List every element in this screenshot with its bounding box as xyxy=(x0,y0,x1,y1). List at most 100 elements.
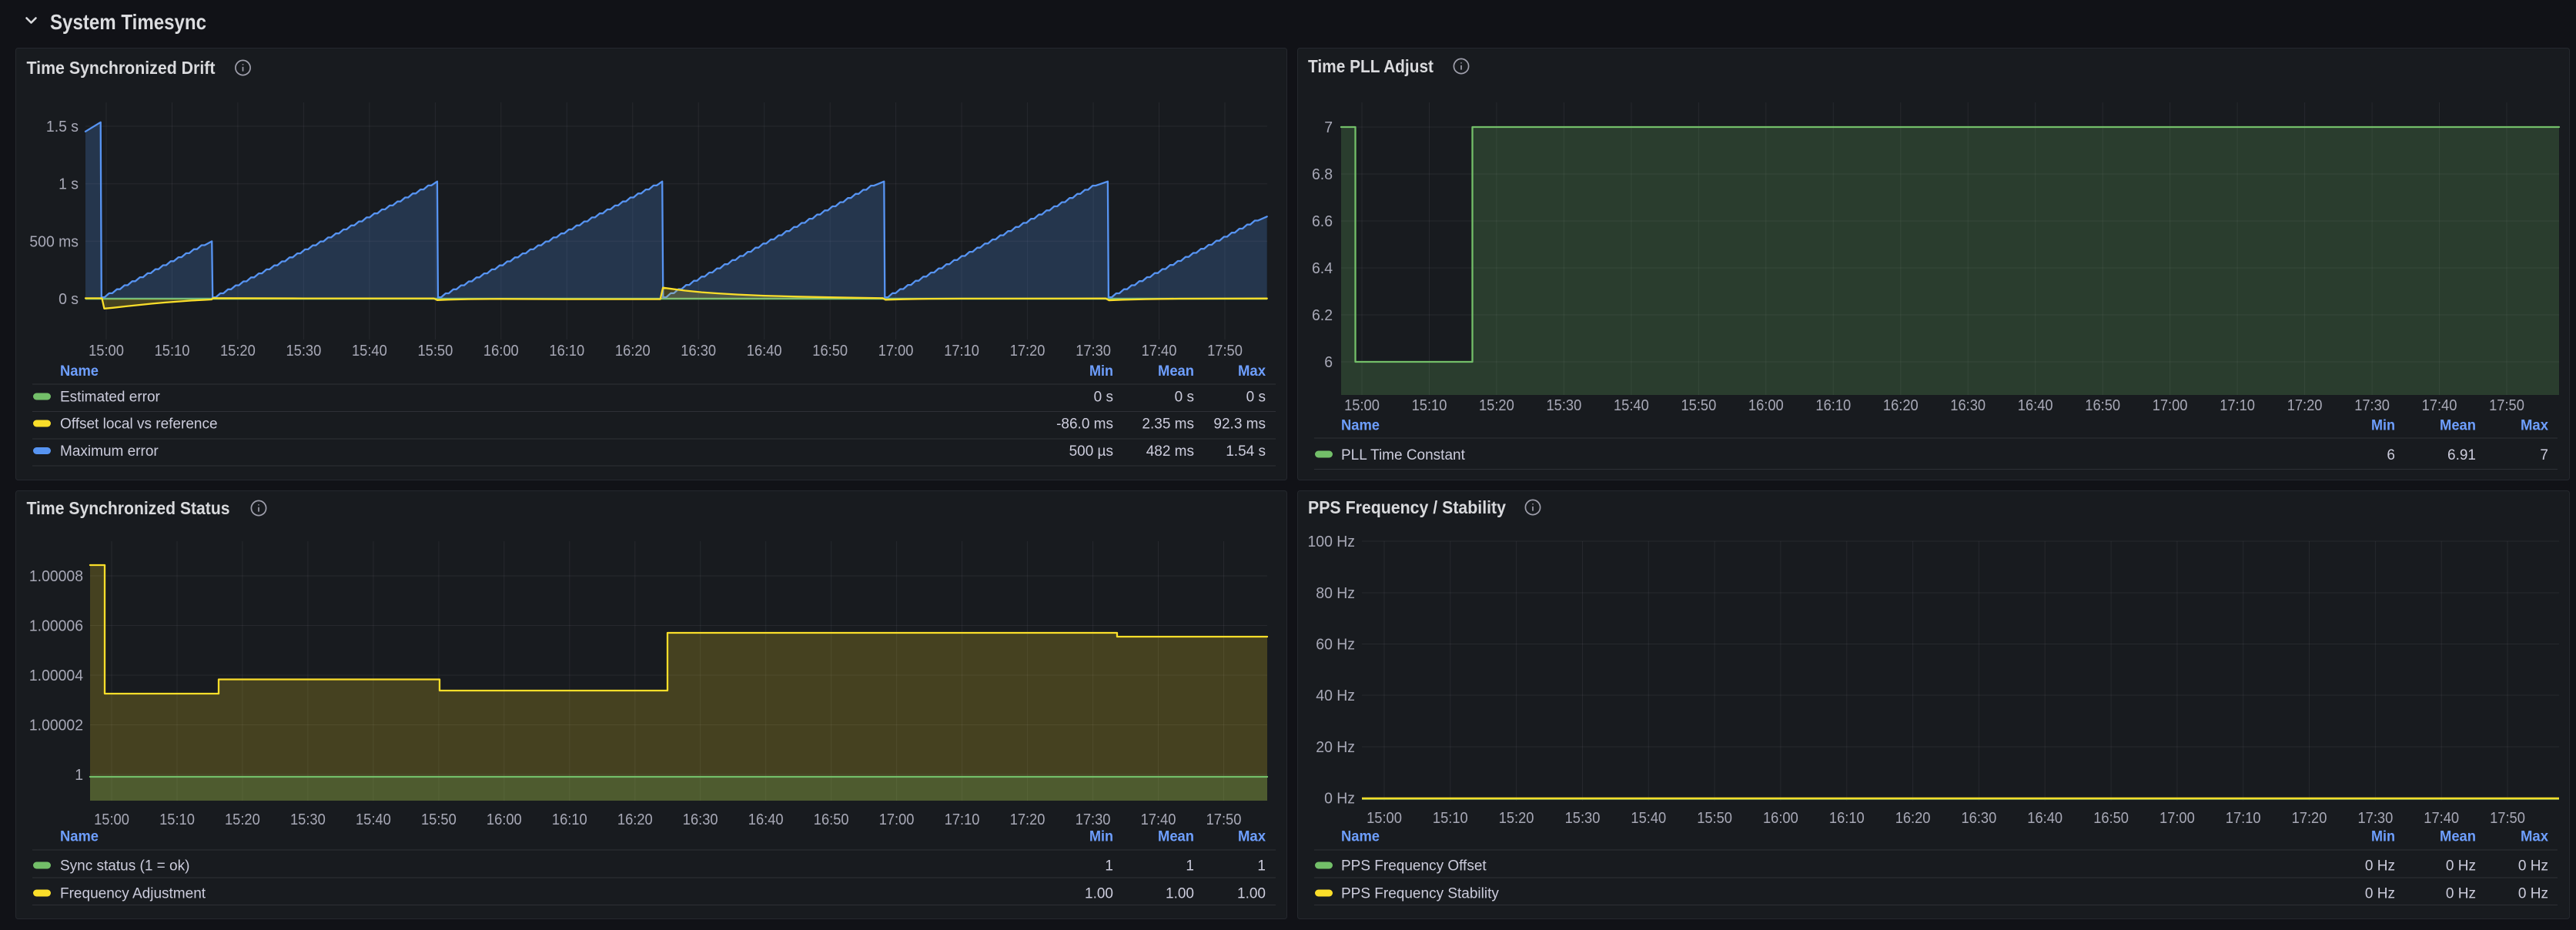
svg-text:15:40: 15:40 xyxy=(356,811,391,828)
svg-text:17:40: 17:40 xyxy=(1141,811,1176,828)
svg-text:17:00: 17:00 xyxy=(879,811,915,828)
svg-text:0 Hz: 0 Hz xyxy=(2446,886,2476,902)
svg-text:0 s: 0 s xyxy=(1246,390,1266,406)
svg-text:6: 6 xyxy=(1324,354,1333,371)
svg-text:15:30: 15:30 xyxy=(1547,397,1582,414)
svg-text:16:30: 16:30 xyxy=(1950,397,1986,414)
svg-text:1.54 s: 1.54 s xyxy=(1226,443,1266,460)
svg-text:16:30: 16:30 xyxy=(683,811,718,828)
svg-text:17:00: 17:00 xyxy=(878,343,914,360)
svg-text:15:10: 15:10 xyxy=(1412,397,1447,414)
svg-text:1.00006: 1.00006 xyxy=(29,618,83,635)
svg-text:17:10: 17:10 xyxy=(2226,810,2261,827)
svg-text:Time PLL Adjust: Time PLL Adjust xyxy=(1308,56,1434,76)
svg-text:17:20: 17:20 xyxy=(1010,811,1045,828)
svg-text:17:30: 17:30 xyxy=(2358,810,2394,827)
svg-text:16:00: 16:00 xyxy=(483,343,519,360)
svg-text:1.00004: 1.00004 xyxy=(29,667,83,684)
svg-text:16:10: 16:10 xyxy=(1829,810,1865,827)
svg-text:0 Hz: 0 Hz xyxy=(2518,858,2548,875)
svg-text:60 Hz: 60 Hz xyxy=(1316,637,1355,654)
svg-text:1: 1 xyxy=(1257,858,1266,875)
svg-text:80 Hz: 80 Hz xyxy=(1316,585,1355,602)
svg-text:1: 1 xyxy=(75,767,83,784)
svg-text:500 ms: 500 ms xyxy=(29,233,79,250)
svg-text:PPS Frequency Stability: PPS Frequency Stability xyxy=(1341,886,1499,902)
svg-text:16:10: 16:10 xyxy=(1815,397,1851,414)
svg-text:16:20: 16:20 xyxy=(615,343,651,360)
svg-text:PPS Frequency Offset: PPS Frequency Offset xyxy=(1341,858,1487,875)
svg-text:7: 7 xyxy=(2540,447,2548,463)
svg-text:Max: Max xyxy=(1238,829,1266,845)
svg-text:15:10: 15:10 xyxy=(1433,810,1468,827)
svg-text:Mean: Mean xyxy=(1158,829,1194,845)
svg-text:Time Synchronized Status: Time Synchronized Status xyxy=(27,498,230,518)
svg-text:17:50: 17:50 xyxy=(1206,811,1242,828)
svg-text:15:50: 15:50 xyxy=(421,811,457,828)
svg-text:15:00: 15:00 xyxy=(1344,397,1380,414)
svg-text:16:40: 16:40 xyxy=(748,811,784,828)
svg-text:16:20: 16:20 xyxy=(617,811,653,828)
svg-text:16:50: 16:50 xyxy=(2093,810,2129,827)
svg-text:15:10: 15:10 xyxy=(155,343,190,360)
svg-text:16:00: 16:00 xyxy=(487,811,522,828)
svg-text:PLL Time Constant: PLL Time Constant xyxy=(1341,447,1466,463)
svg-text:15:30: 15:30 xyxy=(286,343,322,360)
svg-text:15:50: 15:50 xyxy=(418,343,453,360)
svg-text:PPS Frequency / Stability: PPS Frequency / Stability xyxy=(1308,497,1506,517)
svg-text:16:40: 16:40 xyxy=(2027,810,2062,827)
svg-text:16:50: 16:50 xyxy=(2085,397,2120,414)
svg-text:1.00008: 1.00008 xyxy=(29,568,83,585)
svg-text:Name: Name xyxy=(60,829,99,845)
svg-text:17:40: 17:40 xyxy=(1142,343,1177,360)
svg-text:17:10: 17:10 xyxy=(944,343,979,360)
svg-text:Frequency Adjustment: Frequency Adjustment xyxy=(60,886,206,902)
svg-text:16:10: 16:10 xyxy=(552,811,587,828)
svg-text:0 Hz: 0 Hz xyxy=(2446,858,2476,875)
svg-text:Name: Name xyxy=(1341,829,1380,845)
svg-text:1 s: 1 s xyxy=(59,176,79,193)
svg-text:Max: Max xyxy=(2521,418,2548,434)
svg-text:16:50: 16:50 xyxy=(812,343,848,360)
svg-text:0 s: 0 s xyxy=(59,291,79,308)
svg-text:1: 1 xyxy=(1105,858,1113,875)
svg-text:15:40: 15:40 xyxy=(352,343,387,360)
svg-text:Min: Min xyxy=(2371,829,2395,845)
svg-text:-86.0 ms: -86.0 ms xyxy=(1056,416,1113,433)
svg-text:20 Hz: 20 Hz xyxy=(1316,739,1355,756)
svg-text:16:20: 16:20 xyxy=(1895,810,1931,827)
svg-text:0 Hz: 0 Hz xyxy=(2365,886,2395,902)
svg-text:6: 6 xyxy=(2387,447,2395,463)
svg-text:0 Hz: 0 Hz xyxy=(2518,886,2548,902)
svg-text:92.3 ms: 92.3 ms xyxy=(1213,416,1266,433)
svg-text:Max: Max xyxy=(2521,829,2548,845)
svg-text:0 Hz: 0 Hz xyxy=(2365,858,2395,875)
svg-text:Maximum error: Maximum error xyxy=(60,443,159,460)
svg-text:1.00002: 1.00002 xyxy=(29,718,83,734)
svg-text:16:20: 16:20 xyxy=(1883,397,1919,414)
svg-text:Min: Min xyxy=(2371,418,2395,434)
svg-text:17:10: 17:10 xyxy=(945,811,980,828)
svg-text:6.91: 6.91 xyxy=(2447,447,2476,463)
svg-text:17:00: 17:00 xyxy=(2159,810,2195,827)
svg-text:17:10: 17:10 xyxy=(2220,397,2255,414)
svg-text:15:10: 15:10 xyxy=(159,811,195,828)
svg-text:6.8: 6.8 xyxy=(1312,166,1333,183)
svg-text:Max: Max xyxy=(1238,363,1266,380)
svg-text:16:50: 16:50 xyxy=(814,811,849,828)
svg-text:Offset local vs reference: Offset local vs reference xyxy=(60,416,218,433)
svg-text:16:40: 16:40 xyxy=(2018,397,2053,414)
svg-text:1.00: 1.00 xyxy=(1237,886,1266,902)
svg-text:16:30: 16:30 xyxy=(1962,810,1997,827)
svg-text:6.2: 6.2 xyxy=(1312,307,1333,324)
svg-text:Name: Name xyxy=(60,363,99,380)
svg-text:15:40: 15:40 xyxy=(1614,397,1649,414)
svg-text:Min: Min xyxy=(1089,829,1113,845)
svg-text:17:40: 17:40 xyxy=(2422,397,2457,414)
svg-text:17:00: 17:00 xyxy=(2153,397,2188,414)
svg-text:15:30: 15:30 xyxy=(290,811,326,828)
svg-text:17:20: 17:20 xyxy=(1010,343,1045,360)
svg-text:15:40: 15:40 xyxy=(1631,810,1666,827)
svg-text:0 s: 0 s xyxy=(1094,390,1113,406)
svg-text:15:20: 15:20 xyxy=(1479,397,1514,414)
